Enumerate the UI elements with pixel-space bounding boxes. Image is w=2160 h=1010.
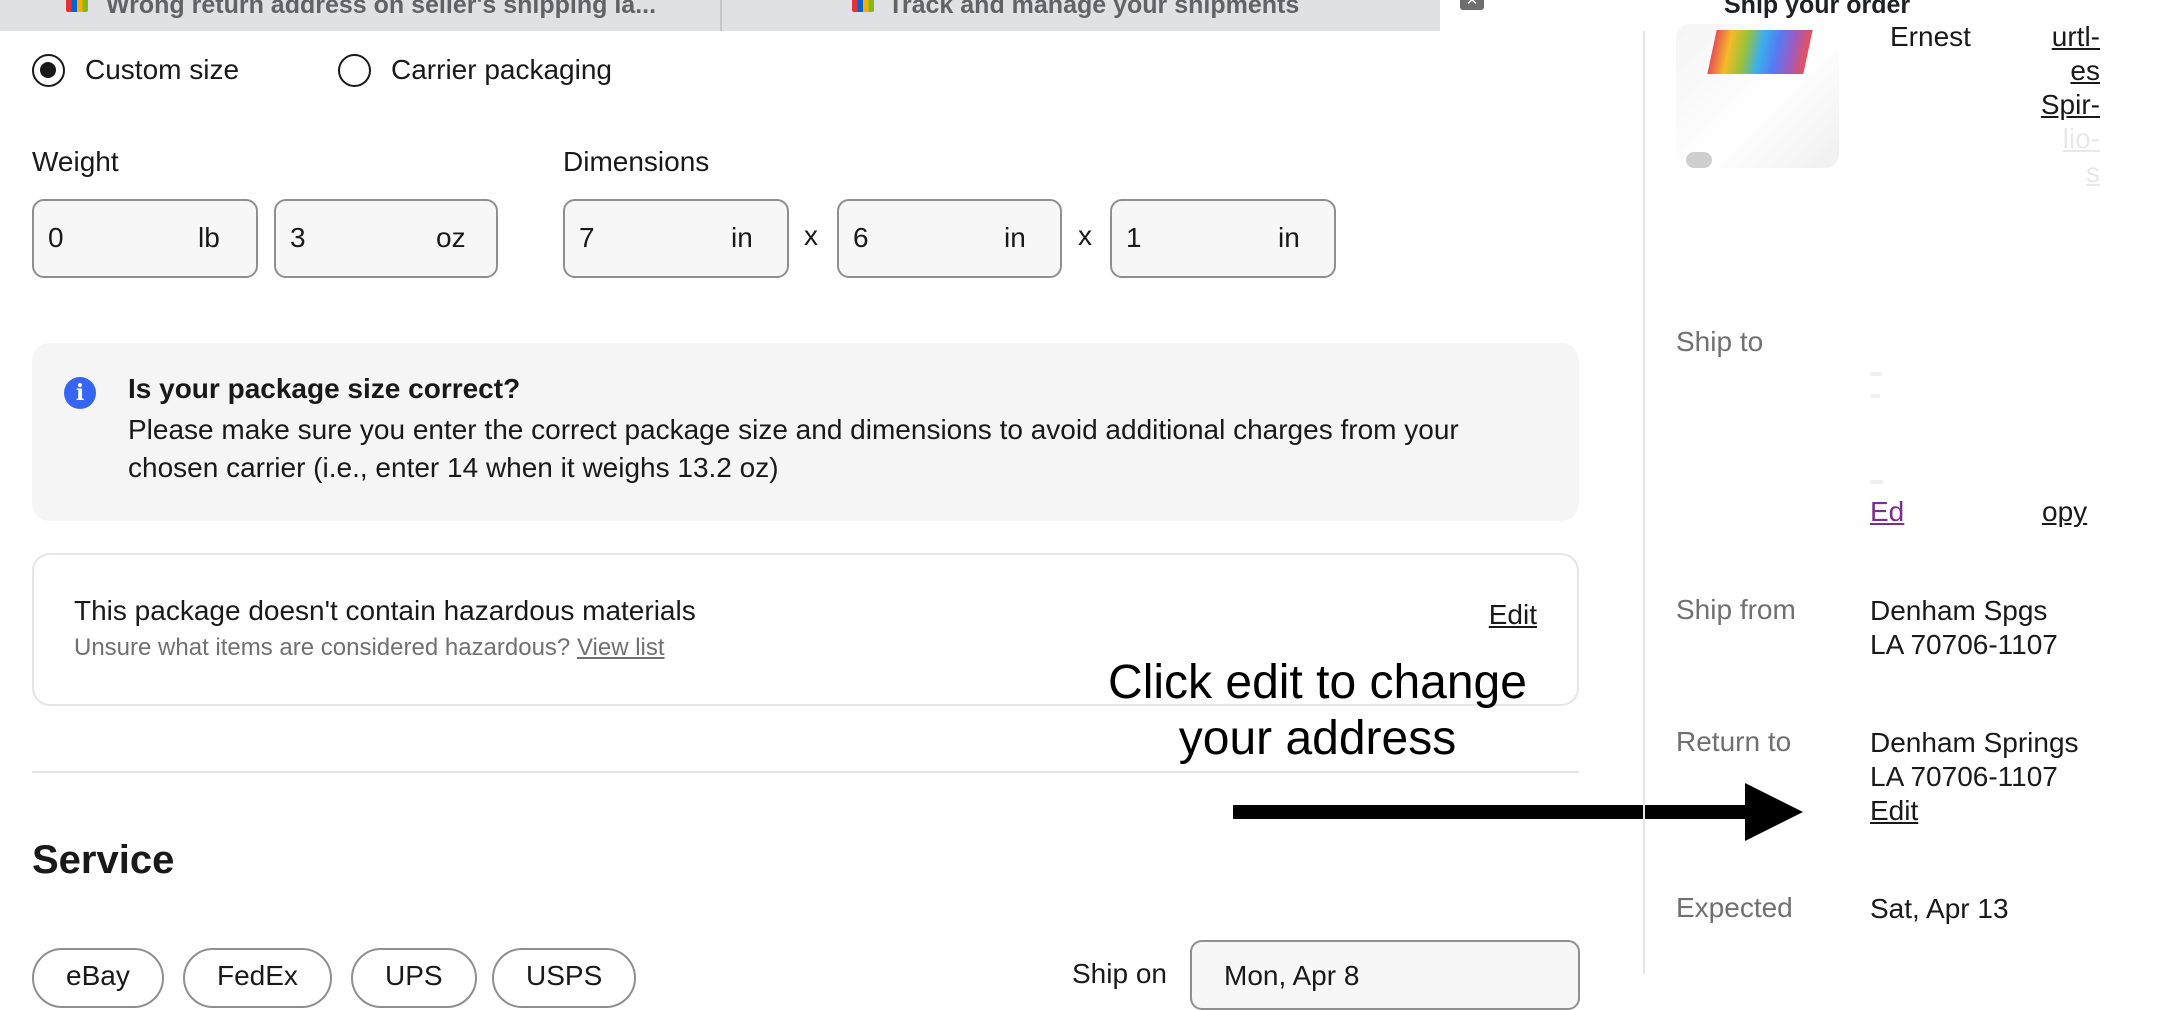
input-value: 0: [48, 222, 64, 253]
address-line: LA 70706-1107: [1870, 629, 2058, 660]
carrier-filter-ebay[interactable]: eBay: [32, 948, 164, 1008]
package-size-notice: i Is your package size correct? Please m…: [32, 343, 1579, 521]
dimension-length-input[interactable]: 7 in: [563, 199, 789, 278]
expected-label: Expected: [1676, 892, 1793, 923]
section-divider: [32, 771, 1579, 773]
annotation-text: Click edit to change your address: [1108, 656, 1527, 765]
weight-oz-input[interactable]: 3 oz: [274, 199, 498, 278]
times-separator: x: [1078, 220, 1092, 251]
redacted-address-line: [1870, 480, 1884, 484]
address-line: LA 70706-1107: [1870, 761, 2058, 792]
ship-to-copy-link[interactable]: opy: [2042, 496, 2087, 528]
ebay-favicon-icon: [66, 0, 88, 12]
redacted-address-line: [1870, 394, 1880, 398]
input-unit: in: [731, 222, 753, 253]
ship-to-actions: Ed opy: [1870, 496, 2087, 528]
return-to-edit-link[interactable]: Edit: [1870, 794, 2079, 828]
item-title-fragment: Spir-: [2040, 89, 2100, 120]
input-unit: in: [1278, 222, 1300, 253]
item-title-fragment: lio-: [2062, 123, 2100, 154]
arrow-right-icon: [1745, 783, 1803, 841]
service-heading: Service: [32, 838, 175, 882]
input-value: 3: [290, 222, 306, 253]
ship-on-label: Ship on: [1072, 958, 1167, 989]
return-to-address: Denham Springs LA 70706-1107 Edit: [1870, 726, 2079, 828]
tab-wrong-return-address[interactable]: Wrong return address on seller's shippin…: [0, 0, 720, 31]
input-value: 7: [579, 222, 595, 253]
input-unit: lb: [198, 222, 220, 253]
carrier-filter-usps[interactable]: USPS: [492, 948, 637, 1008]
notice-title: Is your package size correct?: [128, 373, 521, 404]
input-value: 6: [853, 222, 869, 253]
radio-custom-size[interactable]: Custom size: [32, 53, 239, 87]
ship-to-edit-link[interactable]: Ed: [1870, 496, 1904, 527]
address-line: Denham Springs: [1870, 727, 2079, 758]
hazardous-subtitle: Unsure what items are considered hazardo…: [74, 634, 665, 662]
ship-from-address: Denham Spgs LA 70706-1107: [1870, 594, 2058, 662]
annotation-arrow: [1233, 805, 1753, 819]
dimensions-label: Dimensions: [563, 146, 710, 177]
ship-from-label: Ship from: [1676, 594, 1796, 625]
times-separator: x: [804, 220, 818, 251]
weight-label: Weight: [32, 146, 119, 177]
radio-checked-icon[interactable]: [32, 53, 65, 87]
dimension-width-input[interactable]: 6 in: [837, 199, 1062, 278]
item-thumbnail[interactable]: [1676, 24, 1839, 168]
hazardous-question: Unsure what items are considered hazardo…: [74, 634, 571, 661]
input-value: 1: [1126, 222, 1142, 253]
dimension-height-input[interactable]: 1 in: [1110, 199, 1336, 278]
item-image: [1707, 30, 1813, 74]
hazardous-edit-link[interactable]: Edit: [1489, 599, 1537, 631]
ship-to-label: Ship to: [1676, 326, 1764, 357]
notice-body: Please make sure you enter the correct p…: [128, 414, 1459, 483]
input-unit: in: [1004, 222, 1026, 253]
view-list-link[interactable]: View list: [577, 634, 665, 661]
radio-carrier-packaging[interactable]: Carrier packaging: [338, 53, 612, 87]
item-image-detail: [1686, 152, 1712, 168]
ebay-favicon-icon: [852, 0, 874, 12]
address-line: Denham Spgs: [1870, 595, 2048, 626]
ship-on-date-select[interactable]: Mon, Apr 8: [1190, 940, 1580, 1010]
expected-date: Sat, Apr 13: [1870, 893, 2009, 924]
redacted-address-line: [1870, 372, 1882, 376]
radio-unchecked-icon[interactable]: [338, 53, 371, 87]
carrier-filter-fedex[interactable]: FedEx: [183, 948, 332, 1008]
weight-lb-input[interactable]: 0 lb: [32, 199, 258, 278]
tab-track-shipments[interactable]: Track and manage your shipments: [722, 0, 1440, 31]
tab-label: Wrong return address on seller's shippin…: [106, 0, 657, 19]
browser-tab-strip: Wrong return address on seller's shippin…: [0, 0, 2160, 31]
info-icon: i: [64, 377, 96, 409]
radio-label: Carrier packaging: [391, 54, 612, 85]
tab-label: Ship your order: [1724, 0, 1911, 19]
close-icon[interactable]: ✕: [1460, 0, 1484, 10]
tab-label: Track and manage your shipments: [888, 0, 1300, 19]
input-unit: oz: [436, 222, 466, 253]
item-title-link[interactable]: Ernest urtl- es Spir- lio- s: [1890, 20, 2100, 190]
return-to-label: Return to: [1676, 726, 1792, 757]
pane-divider: [1643, 31, 1645, 974]
item-title-fragment: es: [2070, 55, 2100, 86]
hazardous-title: This package doesn't contain hazardous m…: [74, 595, 696, 626]
carrier-filter-ups[interactable]: UPS: [351, 948, 477, 1008]
radio-label: Custom size: [85, 54, 240, 85]
item-title-fragment: s: [2086, 157, 2100, 188]
